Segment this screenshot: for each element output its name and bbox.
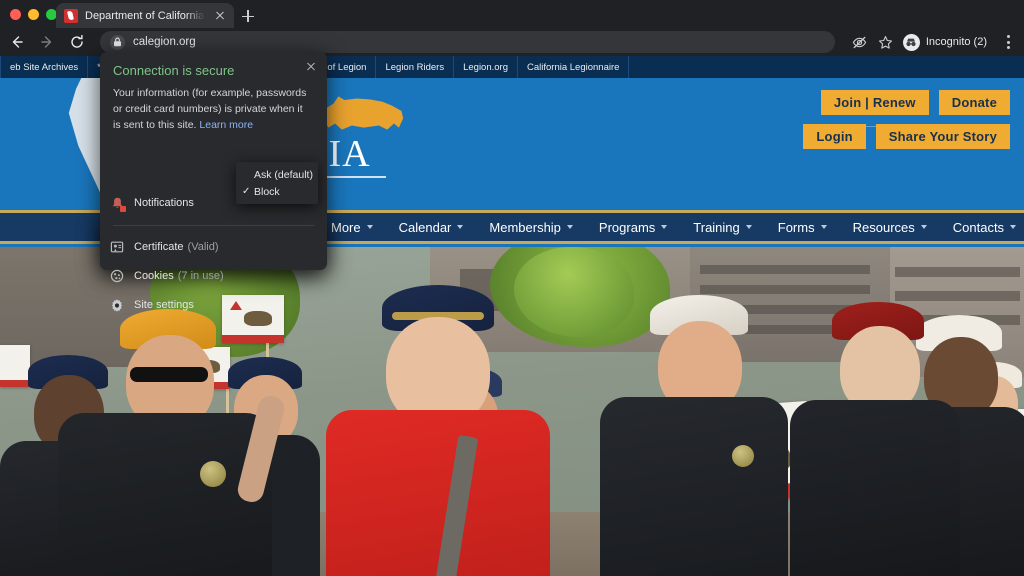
browser-tab[interactable]: Department of California, The (56, 3, 234, 28)
nav-item-resources-label: Resources (852, 219, 915, 235)
cookies-count: (7 in use) (177, 270, 224, 282)
popup-title: Connection is secure (113, 63, 235, 78)
nav-item-membership-label: Membership (489, 219, 561, 235)
chevron-down-icon (661, 225, 668, 229)
toolbar-right-actions: Incognito (2) (848, 31, 1018, 53)
close-icon[interactable] (302, 57, 320, 75)
chevron-down-icon (745, 225, 752, 229)
kebab-menu-icon[interactable] (998, 31, 1018, 53)
select-option-block-label: Block (254, 185, 280, 198)
utility-nav-item-archives[interactable]: eb Site Archives (0, 56, 89, 78)
tab-title: Department of California, The (85, 9, 205, 22)
site-settings-row[interactable]: Site settings (100, 292, 327, 318)
profile-chip[interactable]: Incognito (2) (900, 31, 996, 53)
photo-person-torso (790, 400, 960, 576)
chevron-down-icon (566, 225, 573, 229)
minimize-window-button[interactable] (28, 9, 39, 20)
photo-person (600, 295, 790, 576)
nav-item-training[interactable]: Training (680, 220, 764, 235)
notification-blocked-badge (119, 205, 126, 212)
photo-sunglasses (130, 367, 208, 382)
nav-item-calendar[interactable]: Calendar (386, 220, 477, 235)
notifications-select-menu: Ask (default) ✓ Block (236, 162, 318, 204)
cookies-row[interactable]: Cookies (7 in use) (100, 263, 327, 289)
nav-item-forms-label: Forms (777, 219, 815, 235)
photo-person (58, 309, 287, 576)
select-option-ask-default-label: Ask (default) (254, 168, 313, 181)
url-text: calegion.org (133, 36, 196, 48)
hero-button-row-secondary: Login Share Your Story (803, 124, 1010, 149)
chevron-down-icon (366, 225, 373, 229)
address-bar[interactable]: calegion.org (100, 31, 835, 53)
popup-description-line3: site. (177, 119, 197, 131)
popup-description: Your information (for example, passwords… (113, 85, 313, 133)
utility-nav-item-california-legionnaire[interactable]: California Legionnaire (518, 56, 630, 78)
cookie-icon (100, 269, 134, 283)
share-your-story-button[interactable]: Share Your Story (875, 124, 1010, 149)
donate-button[interactable]: Donate (938, 90, 1010, 115)
site-information-popup: Connection is secure Your information (f… (100, 52, 327, 312)
nav-item-programs[interactable]: Programs (586, 220, 680, 235)
photo-person-foreground (320, 285, 550, 576)
lock-icon[interactable] (110, 34, 125, 50)
certificate-icon (100, 240, 134, 254)
legion-favicon (64, 8, 78, 23)
browser-chrome: Department of California, The calegion.o… (0, 0, 1024, 56)
check-icon: ✓ (242, 186, 251, 197)
nav-item-membership[interactable]: Membership (476, 220, 586, 235)
star-icon[interactable] (874, 31, 898, 53)
profile-label: Incognito (2) (925, 36, 987, 48)
photo-person (790, 302, 960, 576)
nav-item-contacts[interactable]: Contacts (940, 220, 1024, 235)
tab-strip: Department of California, The (0, 0, 1024, 28)
photo-person-torso (600, 397, 788, 576)
chevron-down-icon (457, 225, 464, 229)
california-bear-icon (322, 96, 404, 130)
chevron-down-icon (920, 225, 927, 229)
certificate-row[interactable]: Certificate (Valid) (100, 234, 327, 260)
window-controls (10, 9, 57, 20)
close-icon[interactable] (212, 8, 228, 24)
hero-button-row-primary: Join | Renew Donate (820, 90, 1010, 115)
nav-item-resources[interactable]: Resources (840, 220, 940, 235)
nav-item-contacts-label: Contacts (952, 219, 1005, 235)
nav-item-calendar-label: Calendar (398, 219, 452, 235)
chevron-down-icon (820, 225, 827, 229)
forward-arrow-icon[interactable] (34, 29, 60, 55)
nav-item-more-label: More (331, 219, 361, 235)
site-settings-label: Site settings (134, 299, 194, 311)
utility-nav-item-legion-org[interactable]: Legion.org (454, 56, 518, 78)
nav-item-more[interactable]: More (318, 220, 386, 235)
login-button[interactable]: Login (803, 124, 866, 149)
certificate-status: (Valid) (187, 241, 219, 253)
incognito-avatar-icon (902, 33, 920, 51)
notifications-bell-icon (100, 196, 134, 212)
nav-item-forms[interactable]: Forms (765, 220, 840, 235)
nav-item-training-label: Training (693, 219, 740, 235)
learn-more-link[interactable]: Learn more (199, 119, 253, 131)
nav-item-programs-label: Programs (598, 219, 656, 235)
reload-icon[interactable] (64, 29, 90, 55)
chevron-down-icon (1010, 225, 1017, 229)
back-arrow-icon[interactable] (4, 29, 30, 55)
gear-icon (100, 298, 134, 312)
close-window-button[interactable] (10, 9, 21, 20)
utility-nav-item-legion-riders[interactable]: Legion Riders (376, 56, 455, 78)
hero-button-group: Join | Renew Donate Login Share Your Sto… (803, 90, 1010, 149)
plus-icon[interactable] (238, 6, 258, 26)
cookies-label: Cookies (134, 270, 174, 282)
popup-divider (113, 225, 314, 226)
join-renew-button[interactable]: Join | Renew (820, 90, 929, 115)
photo-person-torso (326, 410, 550, 576)
eye-slash-icon[interactable] (848, 31, 872, 53)
notifications-label: Notifications (134, 197, 194, 209)
select-option-block[interactable]: ✓ Block (236, 183, 318, 200)
certificate-label: Certificate (134, 241, 184, 253)
select-option-ask-default[interactable]: Ask (default) (236, 166, 318, 183)
